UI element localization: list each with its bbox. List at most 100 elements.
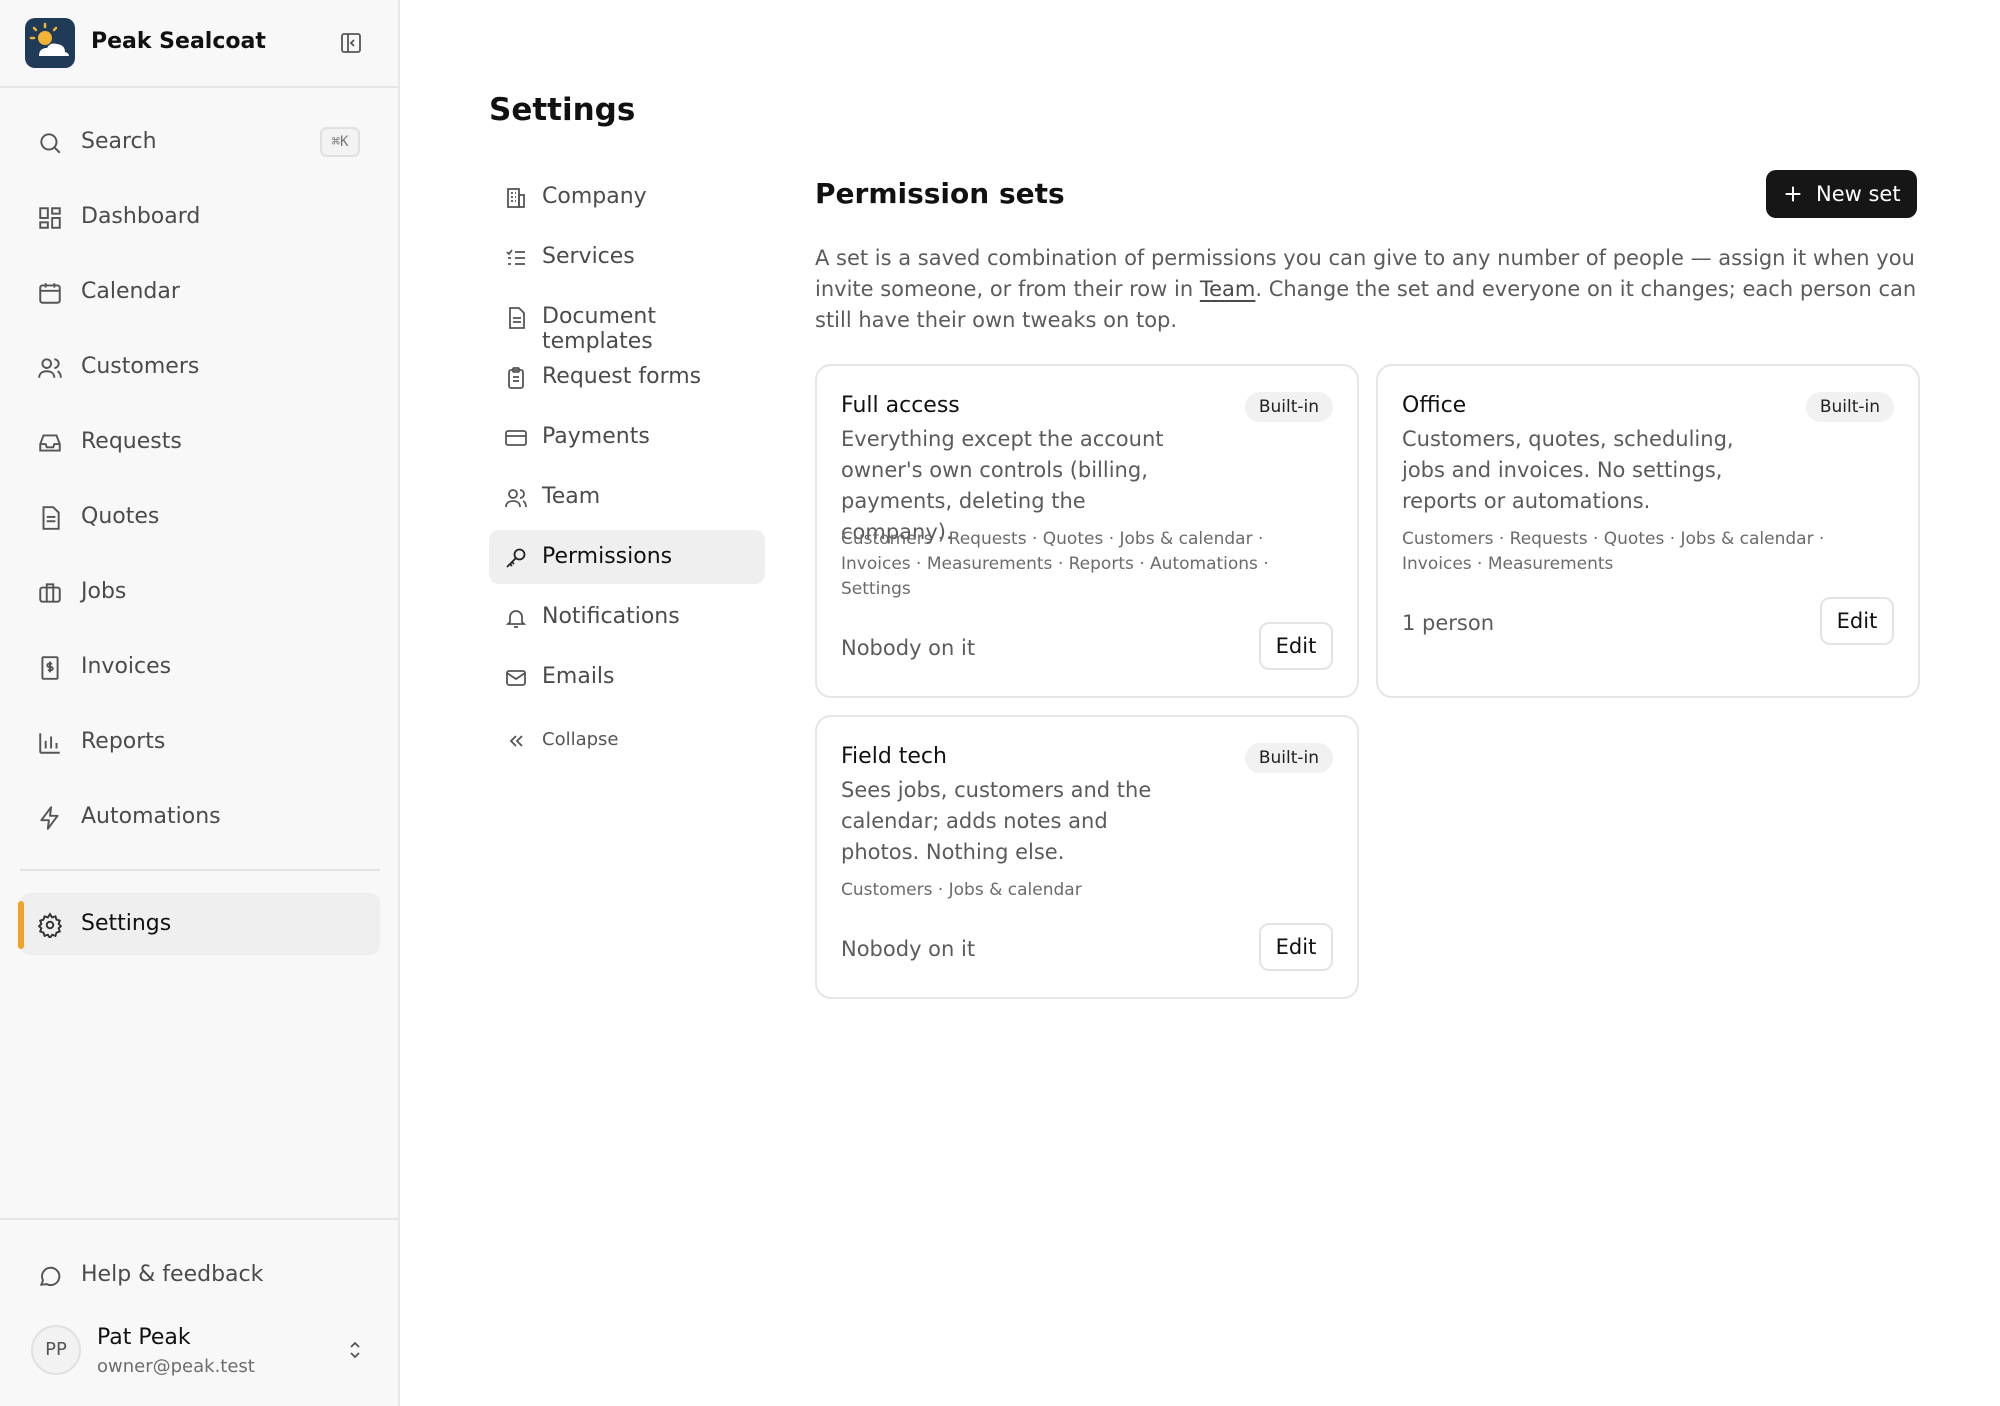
sidebar-item-label: Automations <box>81 804 221 829</box>
bar-chart-icon <box>37 730 63 756</box>
permission-set-card: Office Built-in Customers, quotes, sched… <box>1376 364 1920 698</box>
team-icon <box>504 486 528 510</box>
nav-divider <box>20 869 380 871</box>
set-permissions: Customers · Jobs & calendar <box>841 880 1082 900</box>
edit-button[interactable]: Edit <box>1820 597 1894 645</box>
credit-card-icon <box>504 426 528 450</box>
set-members: Nobody on it <box>841 937 976 961</box>
help-label: Help & feedback <box>81 1262 264 1287</box>
sidebar-item-dashboard[interactable]: Dashboard <box>20 186 380 248</box>
sidebar-item-label: Settings <box>81 911 172 936</box>
sidebar-item-label: Customers <box>81 354 200 379</box>
bell-icon <box>504 606 528 630</box>
users-icon <box>37 355 63 381</box>
search-shortcut: ⌘K <box>320 127 360 157</box>
chat-bubble-icon <box>37 1263 63 1289</box>
subnav-collapse-button[interactable]: Collapse <box>489 713 765 767</box>
subnav-item-document-templates[interactable]: Document templates <box>489 290 765 354</box>
subnav-label: Team <box>542 484 601 509</box>
sidebar-item-label: Reports <box>81 729 166 754</box>
sidebar-item-label: Jobs <box>81 579 127 604</box>
sidebar-item-label: Requests <box>81 429 182 454</box>
avatar[interactable]: PP <box>31 1325 81 1375</box>
sidebar-item-automations[interactable]: Automations <box>20 786 380 848</box>
sidebar-item-invoices[interactable]: Invoices <box>20 636 380 698</box>
help-feedback-button[interactable]: Help & feedback <box>20 1244 380 1306</box>
user-email: owner@peak.test <box>97 1356 255 1377</box>
set-name: Office <box>1402 393 1467 418</box>
subnav-label: Services <box>542 244 635 269</box>
edit-button[interactable]: Edit <box>1259 622 1333 670</box>
subnav-label: Request forms <box>542 364 702 389</box>
subnav-label: Payments <box>542 424 650 449</box>
checklist-icon <box>504 246 528 270</box>
sidebar-toggle-icon[interactable] <box>339 31 363 55</box>
subnav-label: Emails <box>542 664 615 689</box>
new-set-button[interactable]: New set <box>1766 170 1917 218</box>
new-set-label: New set <box>1816 182 1901 206</box>
sidebar-item-customers[interactable]: Customers <box>20 336 380 398</box>
set-name: Field tech <box>841 744 947 769</box>
active-indicator <box>18 901 24 949</box>
section-title: Permission sets <box>815 177 1065 210</box>
briefcase-icon <box>37 580 63 606</box>
set-permissions: Customers · Requests · Quotes · Jobs & c… <box>1402 529 1825 574</box>
file-icon <box>504 306 528 330</box>
gear-icon <box>37 912 63 940</box>
subnav-item-notifications[interactable]: Notifications <box>489 590 765 644</box>
chevron-up-down-icon[interactable] <box>343 1338 367 1362</box>
subnav-item-services[interactable]: Services <box>489 230 765 284</box>
app-name: Peak Sealcoat <box>91 29 266 54</box>
dashboard-icon <box>37 205 63 231</box>
set-members: Nobody on it <box>841 636 976 660</box>
plus-icon <box>1782 183 1804 205</box>
subnav-label: Collapse <box>542 729 619 750</box>
sidebar-item-label: Dashboard <box>81 204 201 229</box>
built-in-badge: Built-in <box>1244 743 1333 773</box>
sidebar: Peak Sealcoat Search ⌘K Dashboard Calend… <box>0 0 400 1406</box>
sidebar-item-requests[interactable]: Requests <box>20 411 380 473</box>
set-name: Full access <box>841 393 960 418</box>
subnav-item-payments[interactable]: Payments <box>489 410 765 464</box>
lightning-icon <box>37 805 63 831</box>
inbox-icon <box>37 430 63 456</box>
edit-button[interactable]: Edit <box>1259 923 1333 971</box>
sidebar-item-calendar[interactable]: Calendar <box>20 261 380 323</box>
page-title: Settings <box>489 92 636 128</box>
sidebar-item-reports[interactable]: Reports <box>20 711 380 773</box>
team-link[interactable]: Team <box>1200 277 1256 301</box>
intro-text: A set is a saved combination of permissi… <box>815 243 1925 336</box>
built-in-badge: Built-in <box>1244 392 1333 422</box>
mail-icon <box>504 666 528 690</box>
search-button[interactable]: Search ⌘K <box>20 111 380 173</box>
set-members: 1 person <box>1402 611 1495 635</box>
sidebar-item-jobs[interactable]: Jobs <box>20 561 380 623</box>
double-chevron-left-icon <box>504 729 528 753</box>
subnav-item-company[interactable]: Company <box>489 170 765 224</box>
sidebar-item-quotes[interactable]: Quotes <box>20 486 380 548</box>
clipboard-icon <box>504 366 528 390</box>
subnav-label: Company <box>542 184 647 209</box>
invoice-icon <box>37 655 63 681</box>
subnav-item-team[interactable]: Team <box>489 470 765 524</box>
permission-set-card: Field tech Built-in Sees jobs, customers… <box>815 715 1359 999</box>
subnav-label: Document templates <box>542 304 656 354</box>
subnav-item-request-forms[interactable]: Request forms <box>489 350 765 404</box>
sidebar-item-label: Quotes <box>81 504 160 529</box>
sidebar-item-label: Calendar <box>81 279 180 304</box>
search-label: Search <box>81 129 157 154</box>
sidebar-item-label: Invoices <box>81 654 172 679</box>
sidebar-item-settings[interactable]: Settings <box>18 893 380 955</box>
key-icon <box>504 546 528 570</box>
search-icon <box>37 130 63 156</box>
subnav-item-permissions[interactable]: Permissions <box>489 530 765 584</box>
subnav-label: Permissions <box>542 544 673 569</box>
subnav-item-emails[interactable]: Emails <box>489 650 765 704</box>
set-description: Sees jobs, customers and the calendar; a… <box>841 778 1152 864</box>
built-in-badge: Built-in <box>1805 392 1894 422</box>
brand-logo <box>25 18 75 68</box>
set-description: Customers, quotes, scheduling, jobs and … <box>1402 427 1734 513</box>
brand-header: Peak Sealcoat <box>0 0 398 88</box>
user-name[interactable]: Pat Peak <box>97 1325 191 1350</box>
subnav-label: Notifications <box>542 604 680 629</box>
